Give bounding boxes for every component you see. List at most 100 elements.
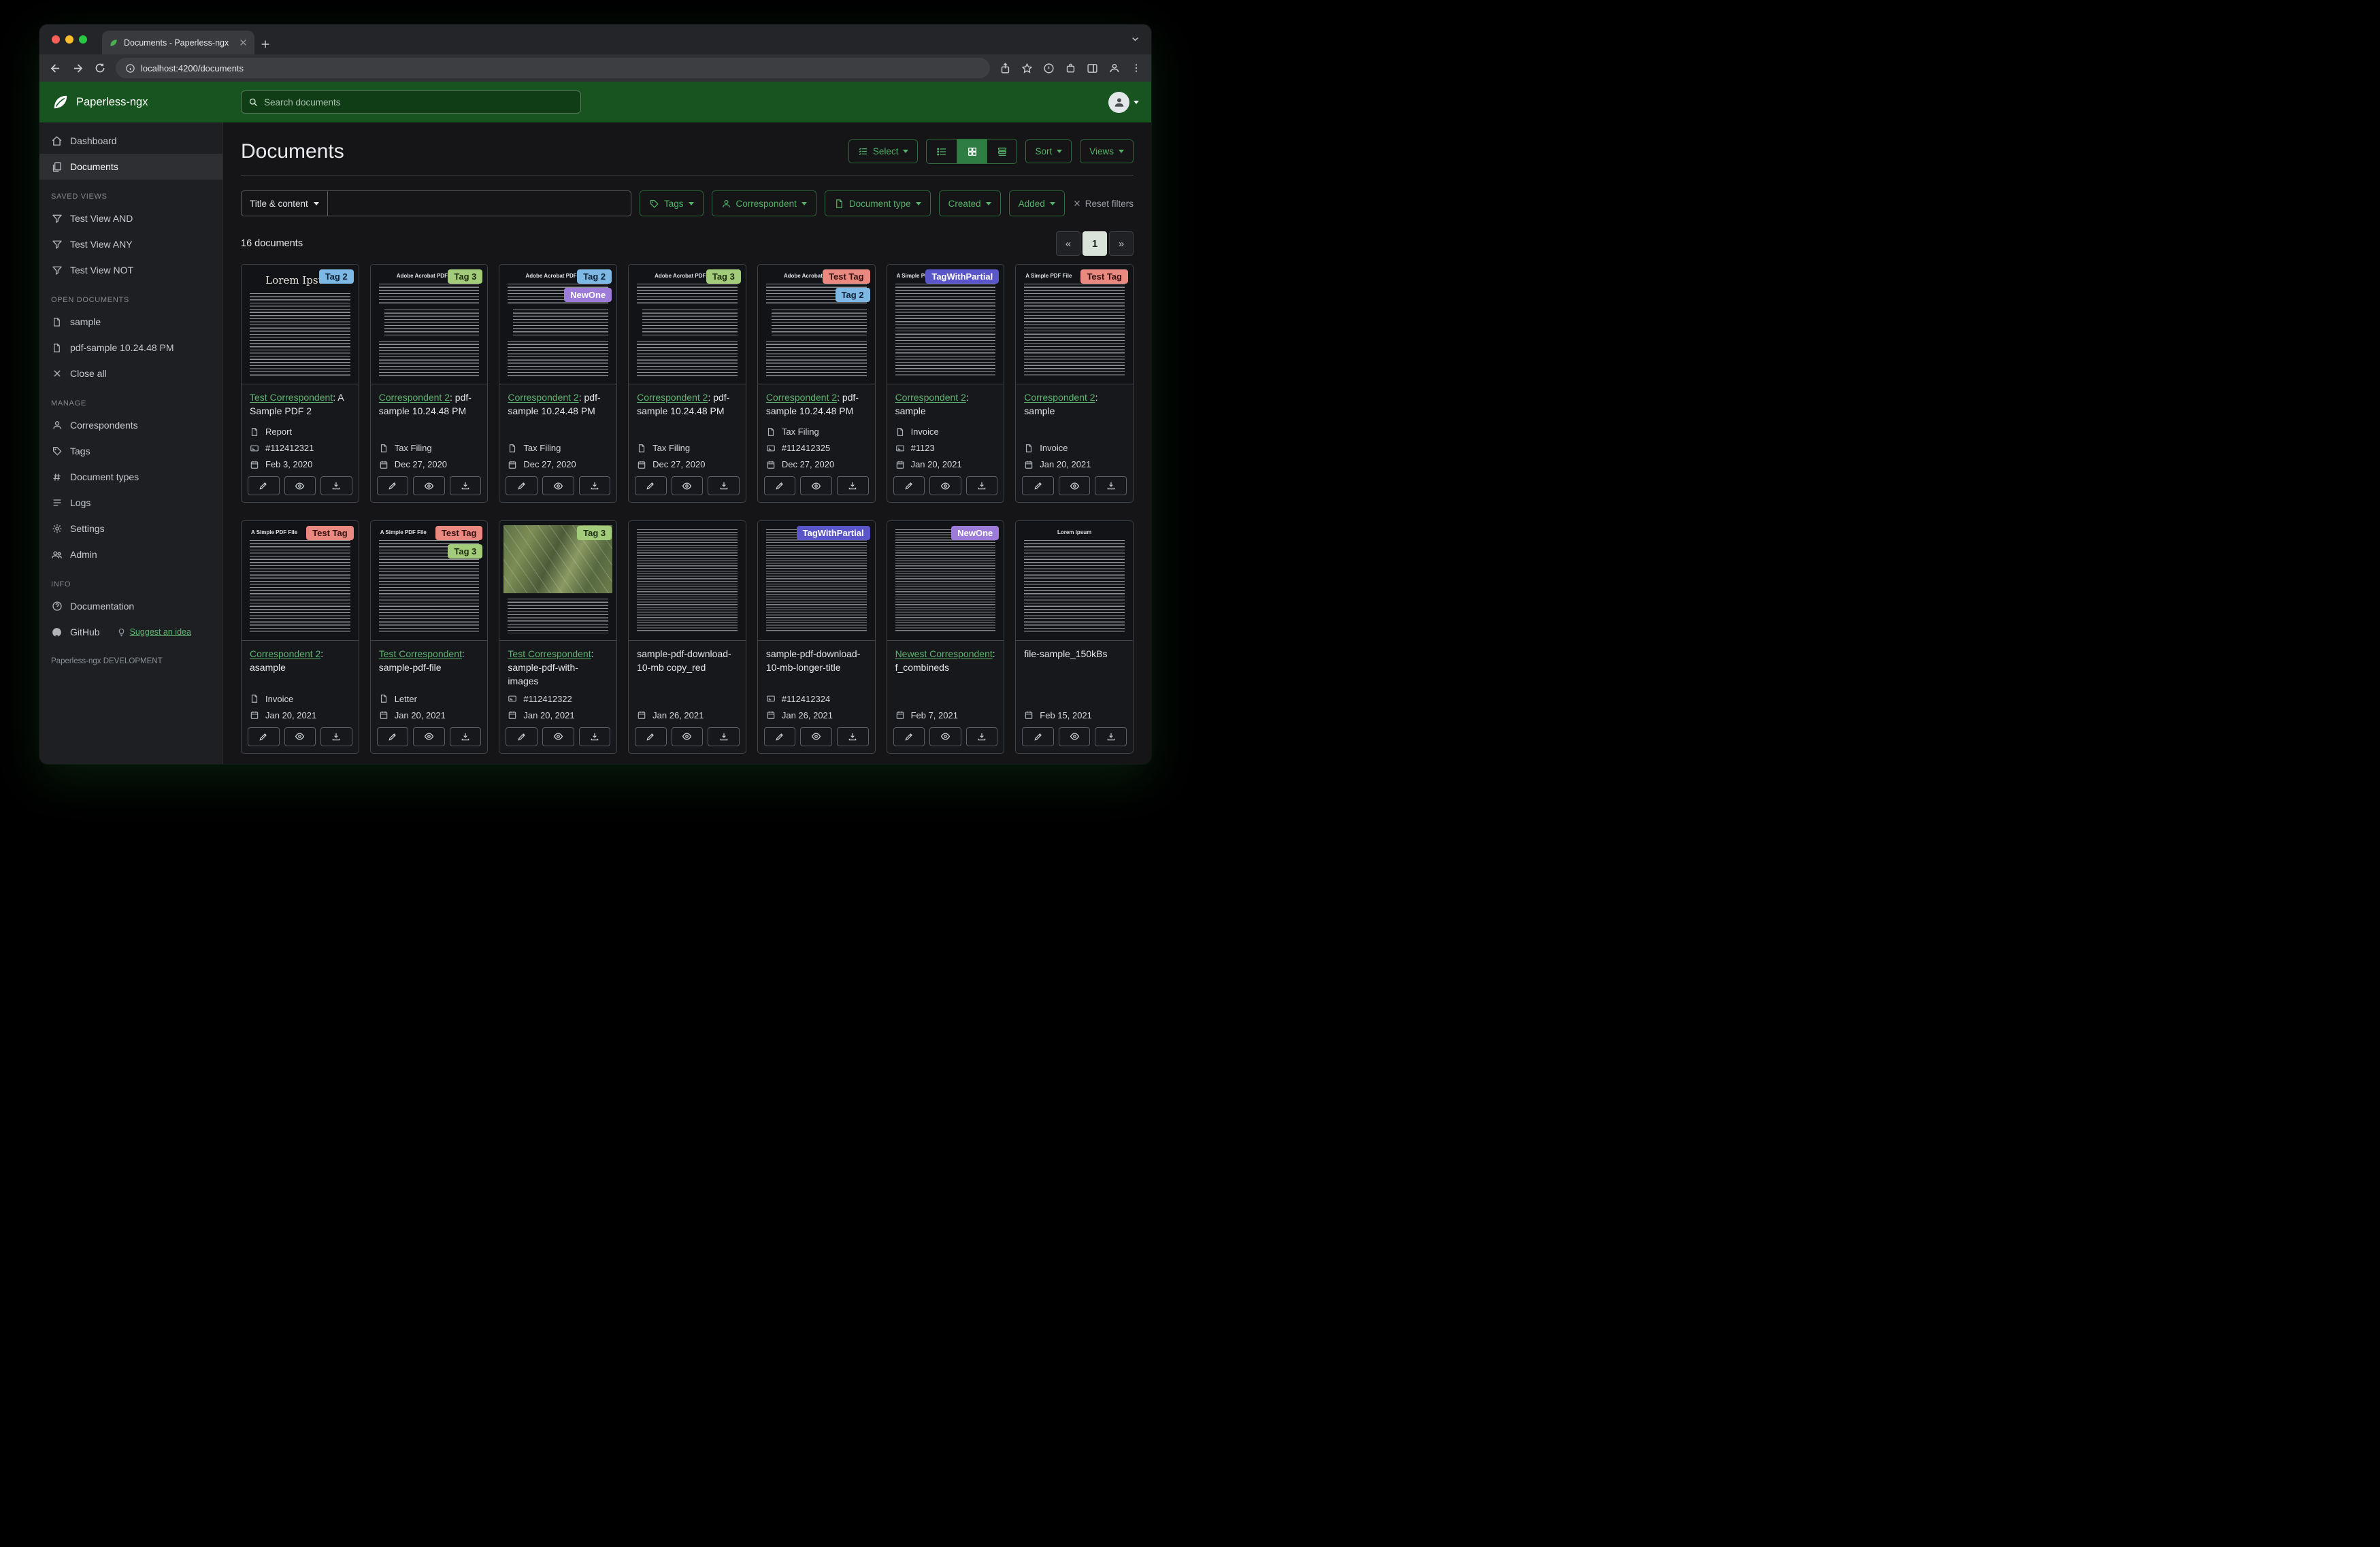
document-title-link[interactable]: Correspondent 2 (895, 392, 966, 403)
document-title-link[interactable]: Test Correspondent (508, 648, 591, 659)
tag-badge[interactable]: Test Tag (435, 526, 483, 540)
site-info-icon[interactable] (125, 63, 135, 73)
preview-button[interactable] (929, 476, 961, 495)
tag-badge[interactable]: Test Tag (306, 526, 354, 540)
pagination-prev-button[interactable]: « (1056, 231, 1080, 256)
document-thumbnail[interactable]: Adobe Acrobat PDF Files Tag 2 NewOne (499, 265, 617, 384)
download-button[interactable] (837, 727, 869, 746)
preview-button[interactable] (284, 476, 316, 495)
extensions-puzzle-icon[interactable] (1065, 63, 1076, 74)
sidebar-item-dashboard[interactable]: Dashboard (39, 128, 222, 154)
download-button[interactable] (708, 476, 740, 495)
sidebar-item-admin[interactable]: Admin (39, 542, 222, 567)
edit-button[interactable] (1022, 727, 1054, 746)
views-button[interactable]: Views (1080, 139, 1134, 163)
preview-button[interactable] (800, 476, 832, 495)
preview-button[interactable] (413, 476, 445, 495)
download-button[interactable] (320, 727, 352, 746)
download-button[interactable] (449, 727, 482, 746)
edit-button[interactable] (635, 727, 667, 746)
preview-button[interactable] (1058, 476, 1091, 495)
user-menu[interactable] (1108, 91, 1139, 113)
edit-button[interactable] (506, 727, 538, 746)
forward-icon[interactable] (71, 62, 84, 75)
profile-icon[interactable] (1108, 62, 1121, 74)
document-thumbnail[interactable]: Adobe Acrobat PDF Files Test Tag Tag 2 (757, 265, 875, 384)
download-button[interactable] (578, 476, 611, 495)
maximize-window-button[interactable] (79, 35, 87, 44)
document-thumbnail[interactable]: A Simple PDF File Test Tag (1016, 265, 1133, 384)
download-button[interactable] (1095, 727, 1127, 746)
document-thumbnail[interactable]: Tag 3 (499, 521, 617, 641)
tag-badge[interactable]: Test Tag (1080, 269, 1128, 284)
correspondent-filter-button[interactable]: Correspondent (711, 190, 816, 216)
edit-button[interactable] (248, 727, 280, 746)
preview-button[interactable] (542, 727, 574, 746)
document-thumbnail[interactable] (629, 521, 746, 641)
tag-badge[interactable]: Tag 2 (577, 269, 612, 284)
edit-button[interactable] (893, 476, 925, 495)
download-button[interactable] (578, 727, 611, 746)
tag-badge[interactable]: TagWithPartial (925, 269, 999, 284)
share-icon[interactable] (999, 62, 1011, 74)
tag-badge[interactable]: Tag 2 (318, 269, 354, 284)
sidebar-item-documents[interactable]: Documents (39, 154, 222, 180)
document-thumbnail[interactable]: A Simple PDF File Test Tag Tag 3 (370, 521, 488, 641)
tag-badge[interactable]: Tag 3 (448, 544, 483, 559)
sidebar-item-settings[interactable]: Settings (39, 516, 222, 542)
browser-tab[interactable]: Documents - Paperless-ngx (102, 31, 254, 54)
edit-button[interactable] (376, 727, 409, 746)
minimize-window-button[interactable] (65, 35, 73, 44)
document-thumbnail[interactable]: A Simple PDF File TagWithPartial (887, 265, 1004, 384)
preview-button[interactable] (671, 476, 704, 495)
preview-button[interactable] (542, 476, 574, 495)
preview-button[interactable] (929, 727, 961, 746)
reset-filters-button[interactable]: Reset filters (1073, 199, 1134, 209)
preview-button[interactable] (413, 727, 445, 746)
grid-view-button[interactable] (957, 139, 987, 163)
preview-button[interactable] (284, 727, 316, 746)
detail-view-button[interactable] (987, 139, 1017, 163)
document-type-filter-button[interactable]: Document type (824, 190, 931, 216)
tag-badge[interactable]: NewOne (564, 288, 612, 302)
list-view-button[interactable] (927, 139, 957, 163)
alert-icon[interactable] (1043, 63, 1055, 74)
tag-badge[interactable]: Test Tag (823, 269, 870, 284)
pagination-next-button[interactable]: » (1109, 231, 1134, 256)
document-title-link[interactable]: Correspondent 2 (250, 648, 320, 659)
suggest-an-idea-link[interactable]: Suggest an idea (117, 627, 191, 637)
sidebar-item-logs[interactable]: Logs (39, 490, 222, 516)
title-content-input[interactable] (327, 190, 631, 216)
pagination-page-1[interactable]: 1 (1082, 231, 1107, 256)
tag-badge[interactable]: Tag 3 (577, 526, 612, 540)
document-title-link[interactable]: Correspondent 2 (379, 392, 450, 403)
tag-badge[interactable]: Tag 2 (835, 288, 870, 302)
sidebar-item-test-view-and[interactable]: Test View AND (39, 205, 222, 231)
edit-button[interactable] (635, 476, 667, 495)
edit-button[interactable] (1022, 476, 1054, 495)
brand[interactable]: Paperless-ngx (39, 93, 148, 111)
back-icon[interactable] (49, 62, 62, 75)
edit-button[interactable] (506, 476, 538, 495)
reload-icon[interactable] (94, 62, 106, 74)
side-panel-icon[interactable] (1087, 63, 1098, 74)
document-title-link[interactable]: Test Correspondent (250, 392, 333, 403)
edit-button[interactable] (893, 727, 925, 746)
select-button[interactable]: Select (848, 139, 919, 163)
tag-badge[interactable]: TagWithPartial (796, 526, 870, 540)
tab-search-chevron-icon[interactable] (1130, 34, 1140, 44)
document-thumbnail[interactable]: Adobe Acrobat PDF Files Tag 3 (370, 265, 488, 384)
document-title-link[interactable]: Test Correspondent (379, 648, 462, 659)
document-title-link[interactable]: Correspondent 2 (508, 392, 578, 403)
tag-badge[interactable]: Tag 3 (448, 269, 483, 284)
document-title-link[interactable]: Correspondent 2 (637, 392, 708, 403)
document-title-link[interactable]: Correspondent 2 (1024, 392, 1095, 403)
added-filter-button[interactable]: Added (1008, 190, 1065, 216)
edit-button[interactable] (763, 476, 796, 495)
document-thumbnail[interactable]: TagWithPartial (757, 521, 875, 641)
title-content-dropdown[interactable]: Title & content (241, 190, 328, 216)
document-thumbnail[interactable]: Lorem Ipsum Tag 2 (242, 265, 359, 384)
edit-button[interactable] (248, 476, 280, 495)
sidebar-item-open-doc-sample[interactable]: sample (39, 309, 222, 335)
sidebar-item-correspondents[interactable]: Correspondents (39, 412, 222, 438)
